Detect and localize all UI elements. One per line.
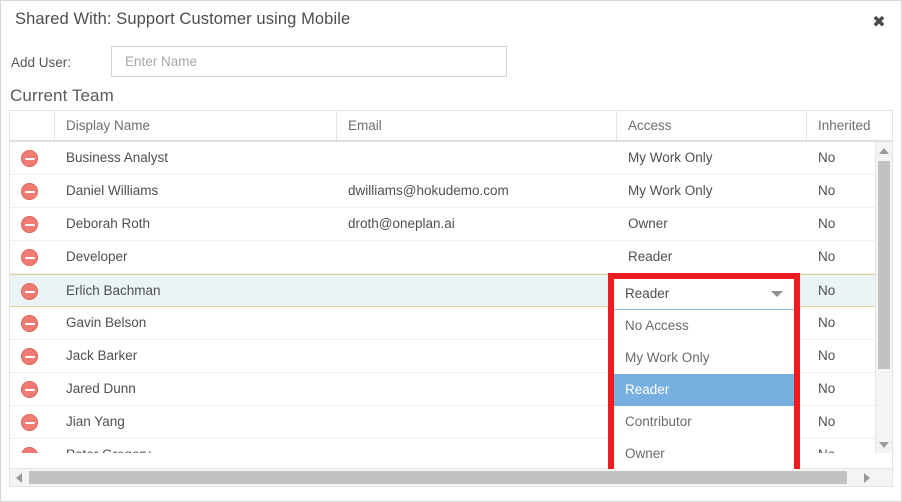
dialog-titlebar: Shared With: Support Customer using Mobi…	[1, 1, 901, 42]
vertical-scrollbar-thumb[interactable]	[878, 161, 890, 369]
add-user-label: Add User:	[11, 55, 72, 70]
cell-display_name: Business Analyst	[66, 150, 169, 165]
cell-email: droth@oneplan.ai	[348, 216, 455, 231]
scroll-right-arrow-icon[interactable]	[858, 469, 875, 486]
current-team-heading: Current Team	[10, 86, 114, 105]
cell-display_name: Gavin Belson	[66, 315, 147, 330]
grid-header-access[interactable]: Access	[617, 111, 807, 141]
remove-user-cell[interactable]	[10, 275, 55, 307]
cell-display_name: Jared Dunn	[66, 381, 136, 396]
remove-circle-icon[interactable]	[21, 183, 38, 200]
access-option-no-access[interactable]: No Access	[614, 310, 794, 342]
cell-access: My Work Only	[628, 150, 713, 165]
scroll-down-arrow-icon[interactable]	[876, 436, 892, 453]
horizontal-scrollbar-thumb[interactable]	[29, 471, 847, 484]
remove-user-cell[interactable]	[10, 307, 55, 339]
remove-circle-icon[interactable]	[21, 447, 38, 453]
cell-display_name: Peter Gregory	[55, 439, 337, 453]
remove-user-cell[interactable]	[10, 175, 55, 207]
cell-email	[337, 241, 617, 273]
grid-header-row: Display Name Email Access Inherited	[10, 111, 892, 142]
access-dropdown: Reader No Access My Work Only Reader Contri…	[608, 273, 800, 470]
share-dialog: Shared With: Support Customer using Mobi…	[0, 0, 902, 502]
remove-circle-icon[interactable]	[21, 150, 38, 167]
cell-email	[337, 439, 617, 453]
cell-display_name: Developer	[66, 249, 128, 264]
remove-circle-icon[interactable]	[21, 315, 38, 332]
remove-circle-icon[interactable]	[21, 249, 38, 266]
access-option-my-work-only[interactable]: My Work Only	[614, 342, 794, 374]
close-icon[interactable]: ✖	[866, 10, 892, 34]
remove-user-cell[interactable]	[10, 340, 55, 372]
cell-email	[337, 275, 617, 307]
remove-user-cell[interactable]	[10, 241, 55, 273]
cell-access: Reader	[628, 249, 673, 264]
remove-user-cell[interactable]	[10, 406, 55, 438]
table-row[interactable]: Business Analyst My Work Only No	[10, 142, 892, 175]
cell-display_name: Daniel Williams	[66, 183, 159, 198]
dialog-title: Shared With: Support Customer using Mobi…	[15, 10, 351, 28]
cell-display_name: Erlich Bachman	[66, 283, 161, 298]
access-option-contributor[interactable]: Contributor	[614, 406, 794, 438]
remove-user-cell[interactable]	[10, 439, 55, 453]
cell-access: My Work Only	[628, 183, 713, 198]
remove-circle-icon[interactable]	[21, 283, 38, 300]
remove-circle-icon[interactable]	[21, 414, 38, 431]
cell-email	[337, 373, 617, 405]
access-combobox-value: Reader	[625, 286, 670, 301]
remove-circle-icon[interactable]	[21, 216, 38, 233]
grid-header-remove[interactable]	[10, 111, 55, 141]
grid-header-email[interactable]: Email	[337, 111, 617, 141]
remove-user-cell[interactable]	[10, 373, 55, 405]
scroll-left-arrow-icon[interactable]	[10, 469, 27, 486]
cell-display_name: Deborah Roth	[66, 216, 151, 231]
cell-email	[337, 406, 617, 438]
cell-access: Owner	[628, 216, 668, 231]
remove-user-cell[interactable]	[10, 142, 55, 174]
access-option-reader[interactable]: Reader	[614, 374, 794, 406]
remove-circle-icon[interactable]	[21, 348, 38, 365]
grid-header-display_name[interactable]: Display Name	[55, 111, 337, 141]
table-row[interactable]: Deborah Roth droth@oneplan.ai Owner No	[10, 208, 892, 241]
remove-user-cell[interactable]	[10, 208, 55, 240]
add-user-row: Add User:	[1, 46, 901, 82]
grid-header-inherited[interactable]: Inherited	[807, 111, 893, 141]
remove-circle-icon[interactable]	[21, 381, 38, 398]
table-row[interactable]: Developer Reader No	[10, 241, 892, 274]
cell-display_name: Jian Yang	[66, 414, 125, 429]
horizontal-scrollbar[interactable]	[10, 468, 892, 486]
chevron-down-icon[interactable]	[771, 291, 783, 297]
cell-email	[337, 142, 617, 174]
vertical-scrollbar[interactable]	[875, 142, 892, 453]
cell-email	[337, 307, 617, 339]
access-dropdown-options: No Access My Work Only Reader Contributor Ow…	[614, 310, 794, 470]
scroll-up-arrow-icon[interactable]	[876, 142, 892, 159]
table-row[interactable]: Daniel Williams dwilliams@hokudemo.com My …	[10, 175, 892, 208]
access-option-owner[interactable]: Owner	[614, 438, 794, 470]
access-combobox[interactable]: Reader	[614, 279, 794, 310]
cell-email: dwilliams@hokudemo.com	[348, 183, 509, 198]
cell-email	[337, 340, 617, 372]
cell-display_name: Jack Barker	[66, 348, 138, 363]
add-user-input[interactable]	[111, 46, 507, 77]
